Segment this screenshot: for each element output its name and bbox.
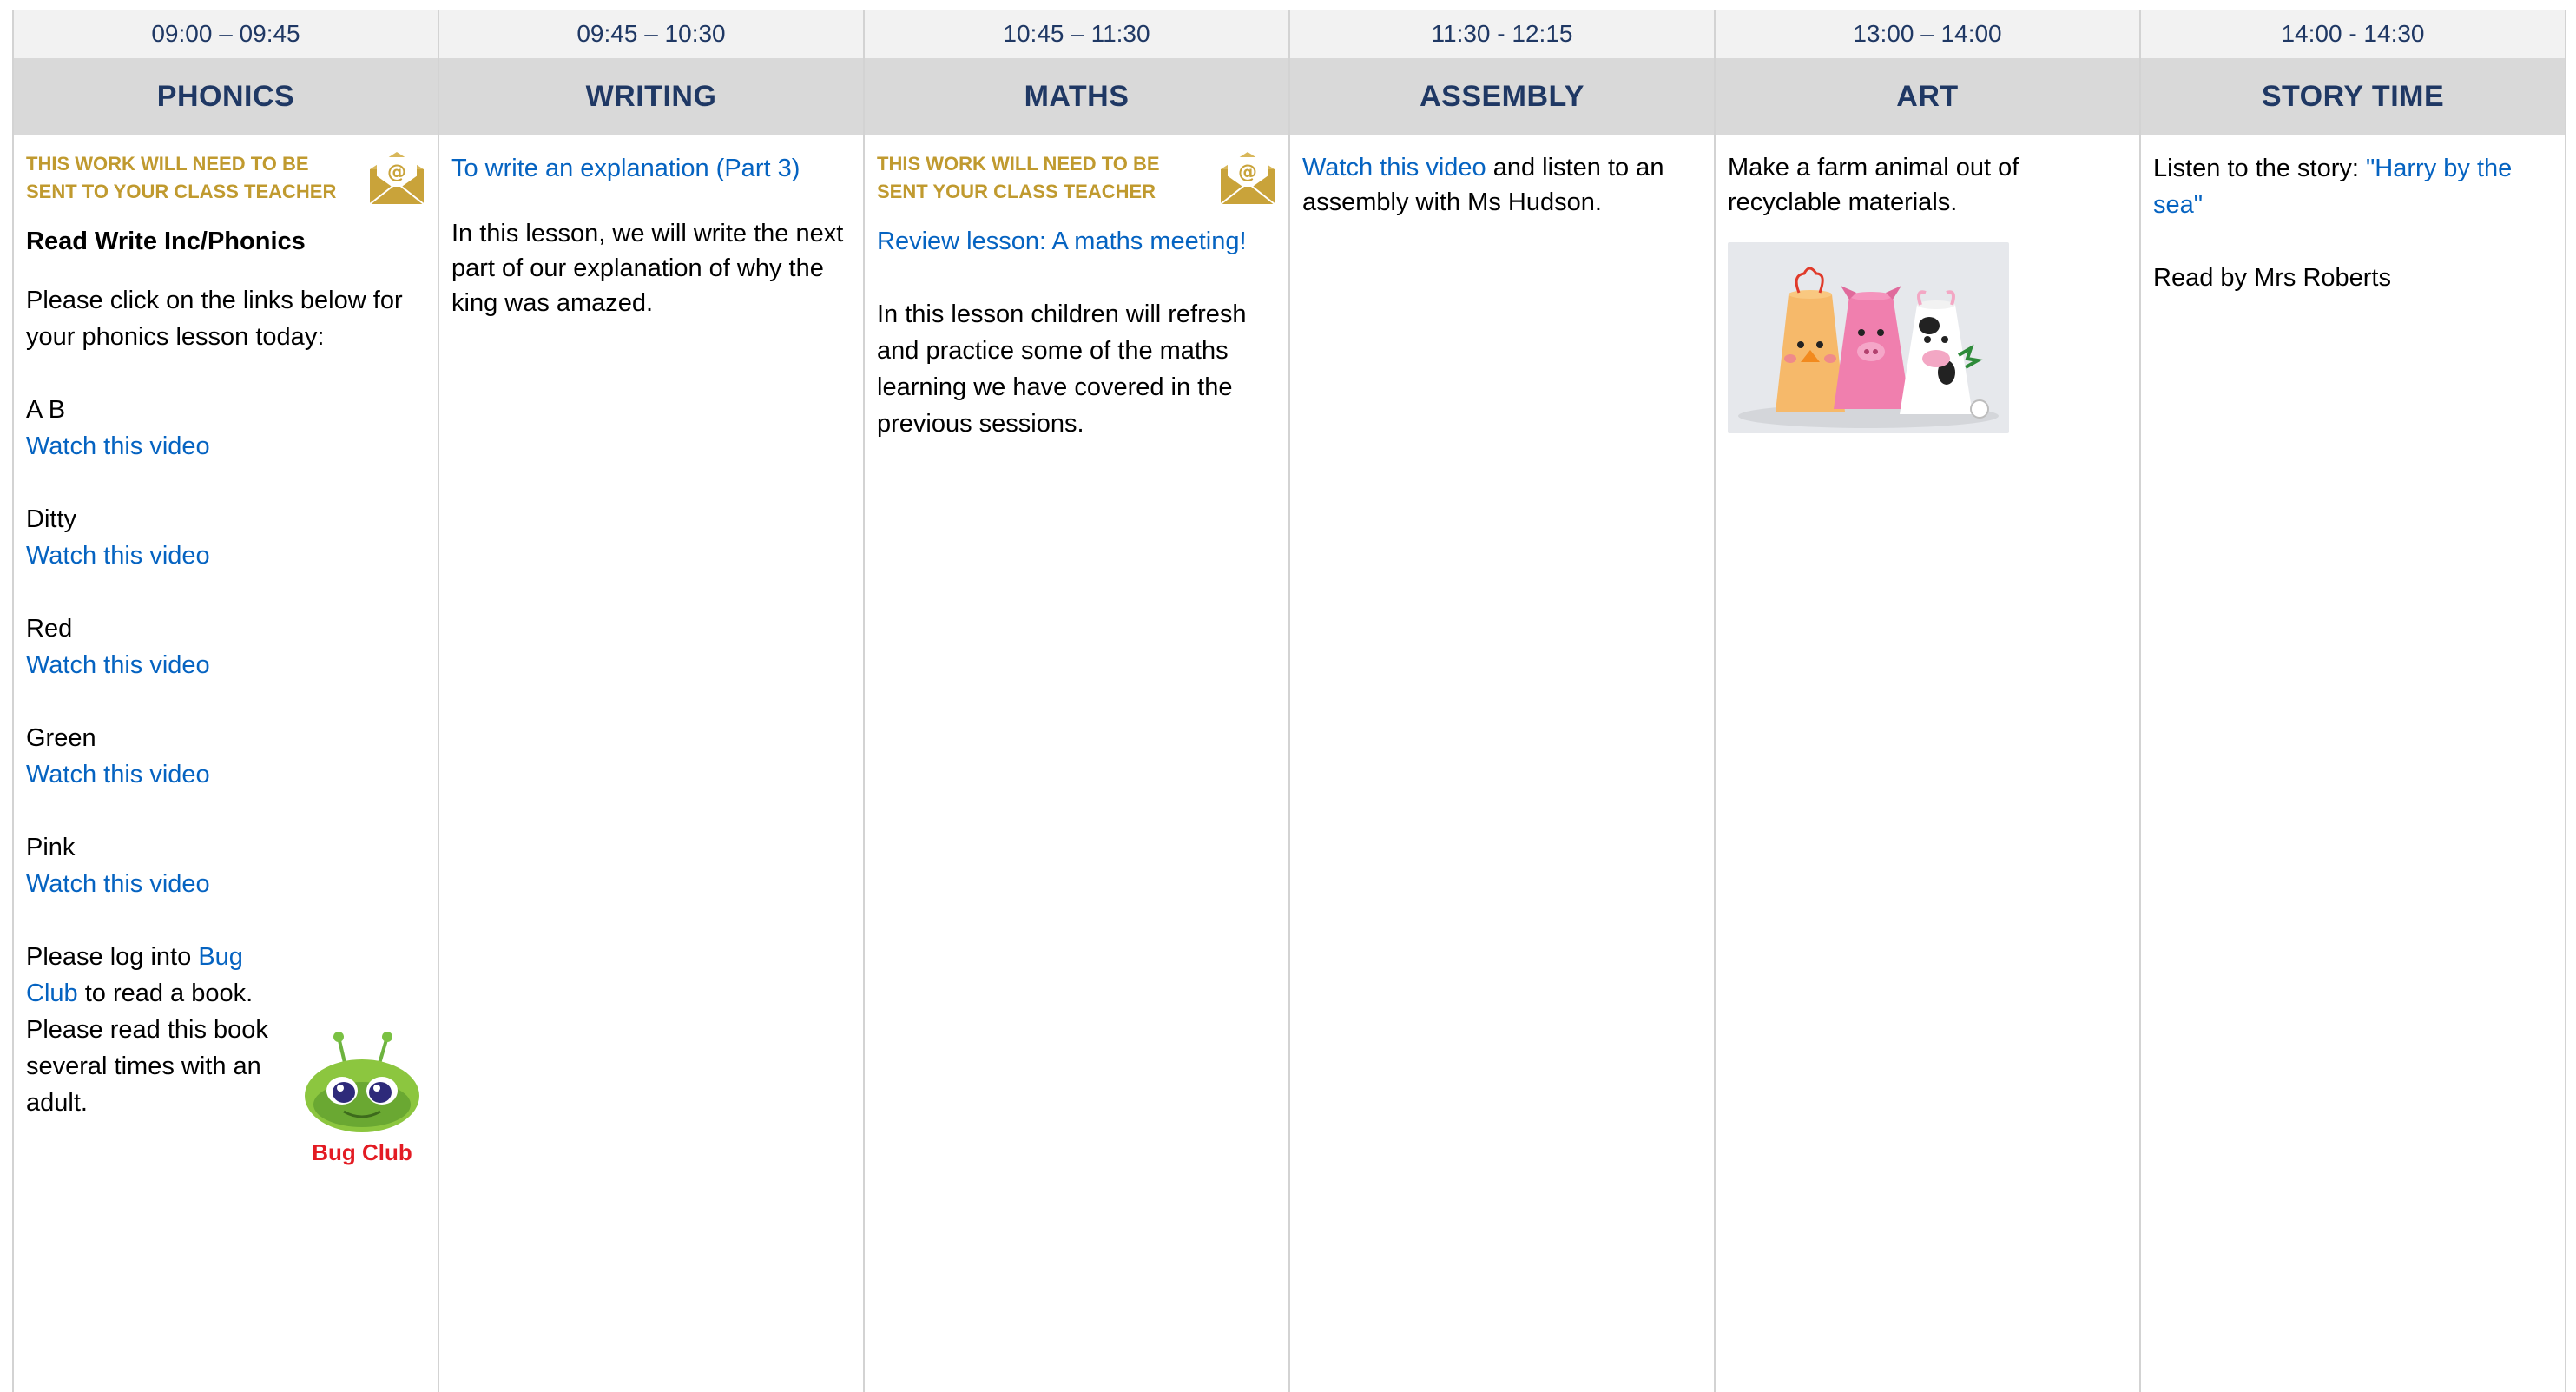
email-icon: @ [1220,152,1275,205]
time-slot: 14:00 - 14:30 [2141,10,2565,58]
bug-club-logo: Bug Club [305,1032,419,1165]
bug-club-logo-text: Bug Club [312,1139,412,1165]
story-reader: Read by Mrs Roberts [2153,264,2391,292]
story-content: Listen to the story: "Harry by the sea" … [2141,135,2565,296]
timetable: 09:00 – 09:45 PHONICS THIS WORK WILL NEE… [12,10,2566,1392]
time-slot: 09:45 – 10:30 [439,10,863,58]
watch-video-link[interactable]: Watch this video [26,647,425,683]
time-slot: 13:00 – 14:00 [1716,10,2139,58]
column-art: 13:00 – 14:00 ART Make a farm animal out… [1716,10,2141,1392]
set-name: Green [26,724,96,752]
writing-content: To write an explanation (Part 3) In this… [439,135,863,320]
writing-description: In this lesson, we will write the next p… [451,220,844,317]
set-name: Pink [26,834,76,861]
watch-video-link[interactable]: Watch this video [26,866,425,902]
art-content: Make a farm animal out of recyclable mat… [1716,135,2139,444]
maths-lesson-link[interactable]: Review lesson: A maths meeting! [877,223,1276,260]
writing-lesson-link[interactable]: To write an explanation (Part 3) [451,150,851,187]
bug-club-pre: Please log into [26,943,199,971]
column-writing: 09:45 – 10:30 WRITING To write an explan… [439,10,865,1392]
subject-header: MATHS [865,58,1288,135]
time-slot: 10:45 – 11:30 [865,10,1288,58]
assembly-description: Watch this video and listen to an assemb… [1302,150,1702,220]
send-to-teacher-notice: THIS WORK WILL NEED TO BE SENT YOUR CLAS… [877,150,1276,211]
watch-video-link[interactable]: Watch this video [26,756,425,793]
subject-header: WRITING [439,58,863,135]
story-listen: Listen to the story: "Harry by the sea" [2153,150,2553,223]
subject-header: STORY TIME [2141,58,2565,135]
svg-text:@: @ [387,162,406,183]
farm-animals-image [1728,242,2009,433]
phonics-heading: Read Write Inc/Phonics [26,228,306,255]
svg-text:@: @ [1238,162,1257,183]
set-name: Red [26,615,73,643]
watch-video-link[interactable]: Watch this video [26,538,425,574]
set-name: Ditty [26,505,76,533]
assembly-content: Watch this video and listen to an assemb… [1290,135,1714,220]
phonics-intro: Please click on the links below for your… [26,287,403,351]
email-icon: @ [369,152,425,205]
notice-text: THIS WORK WILL NEED TO BE SENT TO YOUR C… [26,153,337,202]
column-phonics: 09:00 – 09:45 PHONICS THIS WORK WILL NEE… [14,10,439,1392]
subject-header: ASSEMBLY [1290,58,1714,135]
notice-text: THIS WORK WILL NEED TO BE SENT YOUR CLAS… [877,153,1160,202]
set-name: A B [26,396,66,424]
watch-video-link[interactable]: Watch this video [26,428,425,465]
time-slot: 09:00 – 09:45 [14,10,438,58]
subject-header: ART [1716,58,2139,135]
column-maths: 10:45 – 11:30 MATHS THIS WORK WILL NEED … [865,10,1290,1392]
send-to-teacher-notice: THIS WORK WILL NEED TO BE SENT TO YOUR C… [26,150,425,211]
time-slot: 11:30 - 12:15 [1290,10,1714,58]
maths-description: In this lesson children will refresh and… [877,300,1247,438]
art-description: Make a farm animal out of recyclable mat… [1728,154,2019,216]
story-pre: Listen to the story: [2153,155,2367,182]
subject-header: PHONICS [14,58,438,135]
phonics-content: THIS WORK WILL NEED TO BE SENT TO YOUR C… [14,135,438,1121]
column-assembly: 11:30 - 12:15 ASSEMBLY Watch this video … [1290,10,1716,1392]
maths-content: THIS WORK WILL NEED TO BE SENT YOUR CLAS… [865,135,1288,442]
column-story-time: 14:00 - 14:30 STORY TIME Listen to the s… [2141,10,2566,1392]
assembly-video-link[interactable]: Watch this video [1302,154,1486,181]
